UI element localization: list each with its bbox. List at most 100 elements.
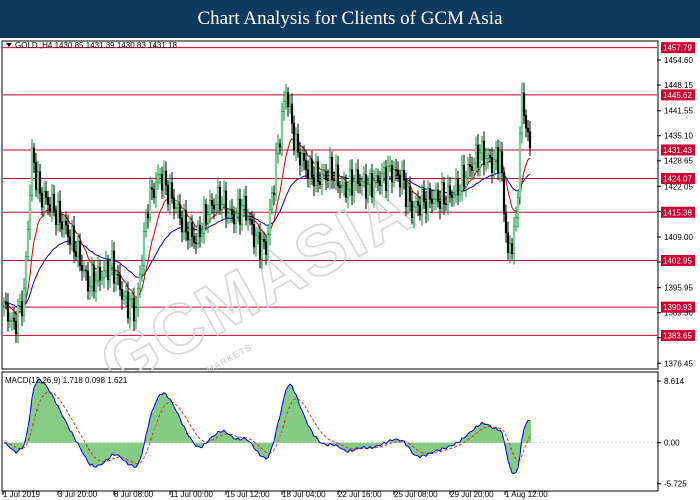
candle-body [42,191,46,208]
candle-body [524,115,528,129]
candle-body [164,170,168,186]
candle-body [508,243,512,253]
candle-body [114,274,118,284]
symbol-header: GOLD ,H4 1430.85 1431.39 1430.83 1431.18 [15,41,177,50]
candle-body [352,181,356,196]
candle-body [56,200,60,225]
candle-body [80,265,84,271]
candle-body [318,181,322,185]
candle-body [170,182,174,199]
candle-body [312,176,316,187]
candle-body [420,188,424,216]
candle-body [90,265,94,288]
candle-body [70,226,74,245]
level-label: 1424.07 [663,175,692,184]
candle-body [74,251,78,257]
candle-body [248,218,252,221]
candle-body [274,152,278,195]
candle-body [454,178,458,195]
candle-body [12,317,16,322]
candle-body [462,165,466,187]
candle-body [374,175,378,181]
candle-body [396,169,400,176]
candle-body [268,209,272,235]
candle-body [404,179,408,207]
candle-body [228,209,232,214]
candle-body [444,203,448,206]
candle-body [394,169,398,171]
candle-body [62,220,66,230]
candle-body [82,269,86,272]
time-tick-label: 8 Jul 08:00 [114,490,154,499]
candle-body [348,169,352,190]
candle-body [116,274,120,276]
macd-panel-frame [1,371,659,492]
candle-body [448,185,452,196]
candle-body [208,200,212,215]
candle-body [452,194,456,198]
candle-body [122,295,126,300]
candle-body [244,196,248,221]
candle-body [436,189,440,202]
candle-body [284,92,288,102]
price-tick-label: 1428.65 [664,157,693,166]
macd-tick-label: 8.614 [664,377,685,386]
price-tick-label: 1435.10 [664,132,693,141]
candle-body [198,224,202,237]
candle-body [344,182,348,198]
level-label: 1390.93 [663,303,692,312]
candle-body [204,204,208,224]
candle-body [240,205,244,225]
candle-body [494,147,498,160]
candle-body [258,232,262,260]
candle-body [502,172,506,214]
candle-body [216,186,220,205]
candle-body [160,174,164,191]
candle-body [482,140,486,166]
candle-body [308,159,312,179]
candle-body [528,131,532,149]
price-tick-label: 1454.60 [664,56,693,65]
candle-body [426,188,430,214]
candle-body [512,226,516,254]
candle-body [6,303,10,322]
candle-body [148,187,152,219]
candle-body [440,182,444,209]
candle-body [242,196,246,206]
candle-body [282,101,286,112]
candle-body [484,158,488,166]
candle-body [290,103,294,124]
candle-body [20,300,24,316]
candle-body [196,224,200,244]
candle-body [306,169,310,179]
level-label: 1431.43 [663,146,692,155]
candle-body [366,184,370,199]
candle-body [78,240,82,266]
candle-body [162,170,166,191]
candle-body [94,280,98,292]
candle-body [428,188,432,200]
candle-body [504,213,508,233]
macd-tick-label: -5.725 [664,480,687,489]
candle-body [286,92,290,107]
candle-body [92,265,96,292]
candle-body [112,250,116,284]
candle-body [28,194,32,230]
candle-body [500,151,504,173]
candle-body [238,198,242,225]
candle-body [154,181,158,198]
candle-body [4,301,8,305]
candle-body [260,239,264,260]
candle-body [132,297,136,322]
time-tick-label: 11 Jul 00:00 [170,490,214,499]
candle-body [364,174,368,199]
candle-body [194,242,198,244]
chart-area: GCMASIAGLOBAL CAPITAL MARKETS 1454.60144… [1,40,695,499]
candle-body [190,222,194,237]
candle-body [32,147,36,163]
candle-body [458,190,462,196]
candle-body [104,260,108,272]
candle-body [124,291,128,297]
candle-body [300,153,304,166]
candle-body [264,241,268,255]
